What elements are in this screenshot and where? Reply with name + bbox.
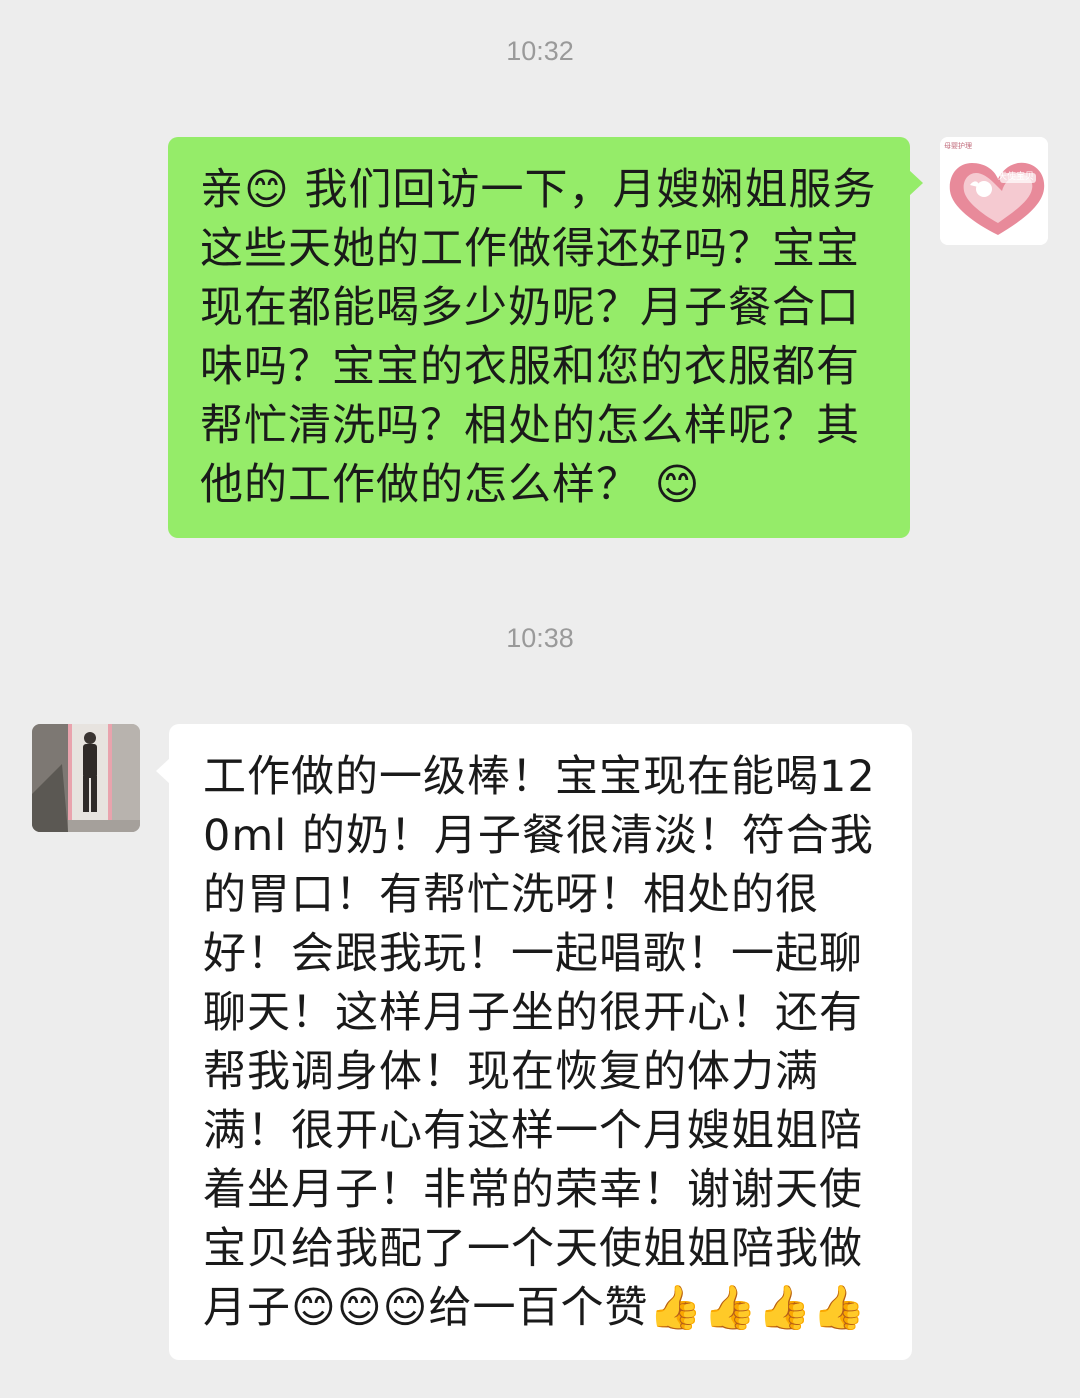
bubble-tail [156, 758, 170, 784]
avatar-brand-text: 天使宝贝 [998, 171, 1035, 181]
message-bubble-outgoing[interactable]: 亲😊 我们回访一下，月嫂娴姐服务这些天她的工作做得还好吗？宝宝现在都能喝多少奶呢… [168, 137, 910, 538]
timestamp: 10:38 [506, 623, 574, 653]
bubble-tail [909, 170, 923, 196]
avatar-small-text: 母婴护理 [944, 143, 972, 150]
avatar-self[interactable]: 天使宝贝 母婴护理 [940, 137, 1048, 245]
avatar-other[interactable] [32, 724, 140, 832]
message-bubble-incoming[interactable]: 工作做的一级棒！宝宝现在能喝120ml 的奶！月子餐很清淡！符合我的胃口！有帮忙… [169, 724, 912, 1360]
heart-logo-icon [940, 137, 1048, 245]
timestamp: 10:32 [506, 36, 574, 66]
user-photo-icon [32, 724, 140, 832]
